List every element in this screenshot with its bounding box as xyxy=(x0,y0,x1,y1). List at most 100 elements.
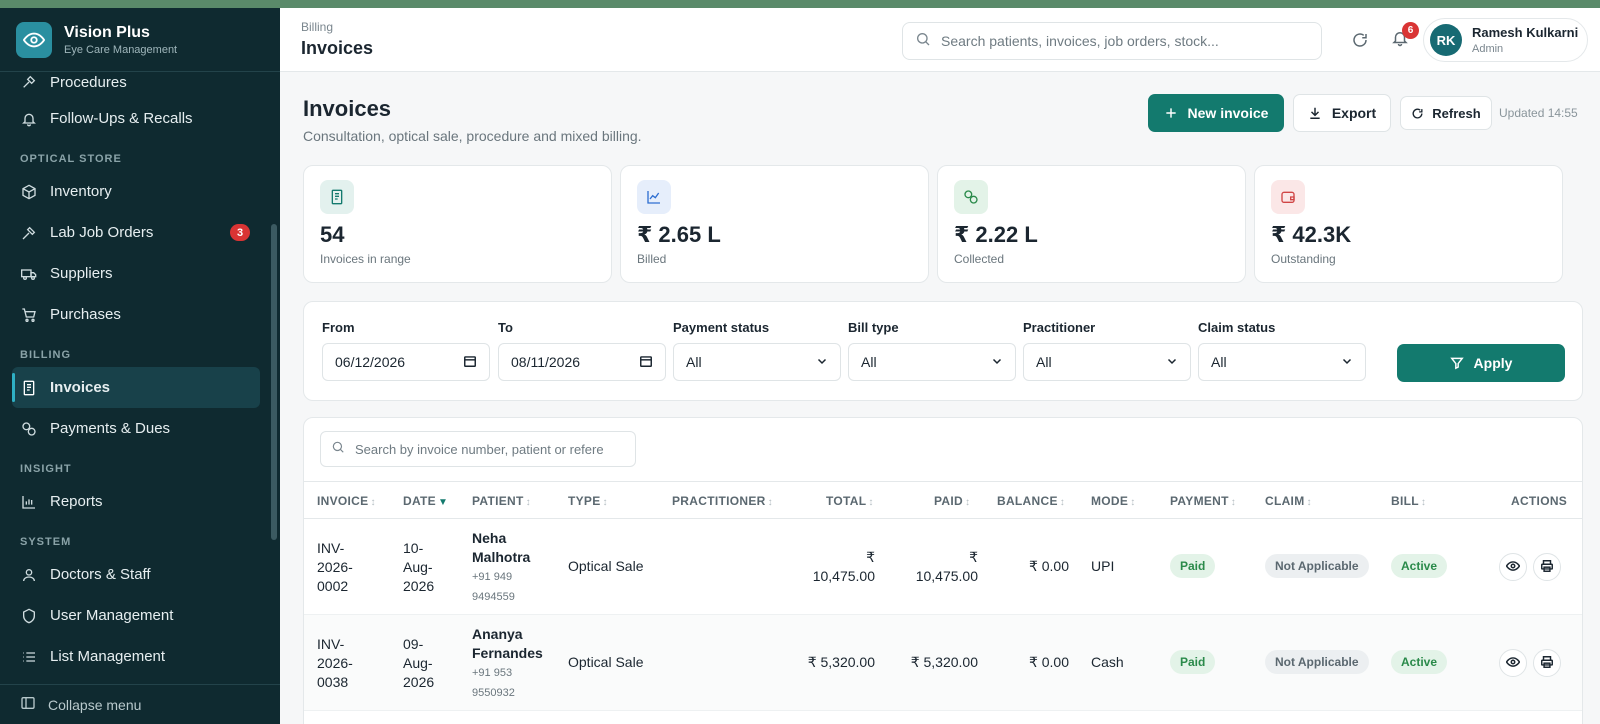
header-title: Invoices xyxy=(301,38,374,58)
stat-value: ₹ 2.65 L xyxy=(637,222,721,247)
chevron-down-icon xyxy=(1341,354,1353,370)
stat-value: ₹ 42.3K xyxy=(1271,222,1352,247)
column-header-mode[interactable]: MODE ↕ xyxy=(1091,494,1136,508)
bill-status-badge: Active xyxy=(1391,650,1448,674)
from-date-input[interactable]: 06/12/2026 xyxy=(322,343,490,381)
bill-type-select[interactable]: All xyxy=(848,343,1016,381)
printer-icon xyxy=(1540,559,1554,576)
stat-card-collected: ₹ 2.22 L Collected xyxy=(937,165,1246,283)
view-invoice-button[interactable] xyxy=(1499,649,1527,677)
sidebar-item-suppliers[interactable]: Suppliers xyxy=(0,253,280,294)
column-header-claim[interactable]: CLAIM ↕ xyxy=(1265,494,1312,508)
bell-icon xyxy=(20,110,38,128)
sidebar-item-label: Procedures xyxy=(50,73,127,91)
nav-section-system: SYSTEM xyxy=(20,536,72,548)
column-header-practitioner[interactable]: PRACTITIONER ↕ xyxy=(672,494,773,508)
invoice-icon xyxy=(320,180,354,214)
sidebar-item-procedures[interactable]: Procedures xyxy=(0,66,280,98)
patient-cell[interactable]: Neha Malhotra +91 949 9494559 xyxy=(472,529,530,607)
column-header-bill[interactable]: BILL ↕ xyxy=(1391,494,1426,508)
global-search-input[interactable] xyxy=(941,33,1301,49)
export-button[interactable]: Export xyxy=(1293,94,1391,132)
payment-status-select[interactable]: All xyxy=(673,343,841,381)
brand[interactable]: Vision Plus Eye Care Management xyxy=(0,8,280,72)
sidebar-item-reports[interactable]: Reports xyxy=(0,481,280,522)
invoice-number[interactable]: INV- 2026- 0002 xyxy=(317,539,353,596)
sidebar-item-invoices[interactable]: Invoices xyxy=(12,367,260,408)
truck-icon xyxy=(20,265,38,283)
invoice-number[interactable]: INV- 2026- 0038 xyxy=(317,635,353,692)
column-header-patient[interactable]: PATIENT ↕ xyxy=(472,494,531,508)
claim-status-select[interactable]: All xyxy=(1198,343,1366,381)
refresh-icon xyxy=(1411,107,1424,120)
print-invoice-button[interactable] xyxy=(1533,649,1561,677)
print-invoice-button[interactable] xyxy=(1533,553,1561,581)
sidebar-item-label: User Management xyxy=(50,607,174,624)
user-menu[interactable]: RK Ramesh Kulkarni Admin xyxy=(1423,18,1588,62)
sidebar: Vision Plus Eye Care Management Procedur… xyxy=(0,8,280,724)
line-chart-icon xyxy=(637,180,671,214)
filter-label: To xyxy=(498,320,513,335)
nav-section-billing: BILLING xyxy=(20,349,71,361)
new-invoice-label: New invoice xyxy=(1187,105,1269,121)
column-header-paid[interactable]: PAID ↕ xyxy=(934,494,970,508)
filter-claim-status: Claim status All xyxy=(1198,320,1366,381)
filter-payment-status: Payment status All xyxy=(673,320,841,381)
view-invoice-button[interactable] xyxy=(1499,553,1527,581)
practitioner-select[interactable]: All xyxy=(1023,343,1191,381)
coins-icon xyxy=(20,420,38,438)
eye-icon xyxy=(1505,559,1521,576)
collapse-menu-button[interactable]: Collapse menu xyxy=(0,684,280,724)
invoice-paid: ₹10,475.00 xyxy=(915,549,978,584)
filter-icon xyxy=(1449,356,1464,370)
to-date-input[interactable]: 08/11/2026 xyxy=(498,343,666,381)
table-row[interactable]: INV- 2026- 0002 10- Aug- 2026 Neha Malhotra +… xyxy=(304,519,1582,615)
refresh-button[interactable]: Refresh xyxy=(1400,96,1492,130)
sidebar-item-lab-job-orders[interactable]: Lab Job Orders 3 xyxy=(0,212,280,253)
table-row[interactable]: INV- 2026- 0038 09- Aug- 2026 Ananya Fernande… xyxy=(304,615,1582,711)
stat-card-outstanding: ₹ 42.3K Outstanding xyxy=(1254,165,1563,283)
filter-label: Bill type xyxy=(848,320,899,335)
sidebar-item-list-management[interactable]: List Management xyxy=(0,636,280,677)
bar-chart-icon xyxy=(20,493,38,511)
column-header-balance[interactable]: BALANCE ↕ xyxy=(997,494,1065,508)
table-search[interactable] xyxy=(320,431,636,467)
table-header: INVOICE ↕ DATE ▼ PATIENT ↕ TYPE ↕ PRACTITION… xyxy=(304,481,1582,519)
sidebar-item-label: Invoices xyxy=(50,379,111,396)
user-icon xyxy=(20,566,38,584)
notifications-button[interactable]: 6 xyxy=(1388,22,1419,52)
stat-label: Billed xyxy=(637,252,667,266)
calendar-icon[interactable] xyxy=(639,354,653,371)
sidebar-item-payments-dues[interactable]: Payments & Dues xyxy=(0,408,280,449)
new-invoice-button[interactable]: New invoice xyxy=(1148,94,1284,132)
sidebar-item-user-management[interactable]: User Management xyxy=(0,595,280,636)
breadcrumb[interactable]: Billing xyxy=(301,20,333,34)
procedures-icon xyxy=(20,73,38,91)
column-header-total[interactable]: TOTAL ↕ xyxy=(826,494,874,508)
sidebar-item-label: Lab Job Orders xyxy=(50,224,154,241)
sidebar-item-doctors-staff[interactable]: Doctors & Staff xyxy=(0,554,280,595)
nav-section-insight: INSIGHT xyxy=(20,463,72,475)
column-header-invoice[interactable]: INVOICE ↕ xyxy=(317,494,376,508)
apply-filters-button[interactable]: Apply xyxy=(1397,344,1565,382)
global-search[interactable] xyxy=(902,22,1322,60)
calendar-icon[interactable] xyxy=(463,354,477,371)
shield-icon xyxy=(20,607,38,625)
sidebar-item-follow-ups[interactable]: Follow-Ups & Recalls xyxy=(0,98,280,139)
patient-phone: +91 953 9550932 xyxy=(472,667,515,699)
column-header-date[interactable]: DATE ▼ xyxy=(403,494,448,508)
table-search-input[interactable] xyxy=(355,441,625,457)
refresh-label: Refresh xyxy=(1432,105,1481,121)
chevron-down-icon xyxy=(816,354,828,370)
refresh-icon[interactable] xyxy=(1348,28,1372,52)
filter-label: From xyxy=(322,320,355,335)
column-header-type[interactable]: TYPE ↕ xyxy=(568,494,608,508)
patient-cell[interactable]: Ananya Fernandes +91 953 9550932 xyxy=(472,625,543,703)
sidebar-scrollbar[interactable] xyxy=(271,224,277,540)
sidebar-item-label: List Management xyxy=(50,648,166,665)
sidebar-item-purchases[interactable]: Purchases xyxy=(0,294,280,335)
invoice-paid: ₹ 5,320.00 xyxy=(910,654,978,670)
filter-label: Claim status xyxy=(1198,320,1276,335)
sidebar-item-inventory[interactable]: Inventory xyxy=(0,171,280,212)
column-header-payment[interactable]: PAYMENT ↕ xyxy=(1170,494,1236,508)
